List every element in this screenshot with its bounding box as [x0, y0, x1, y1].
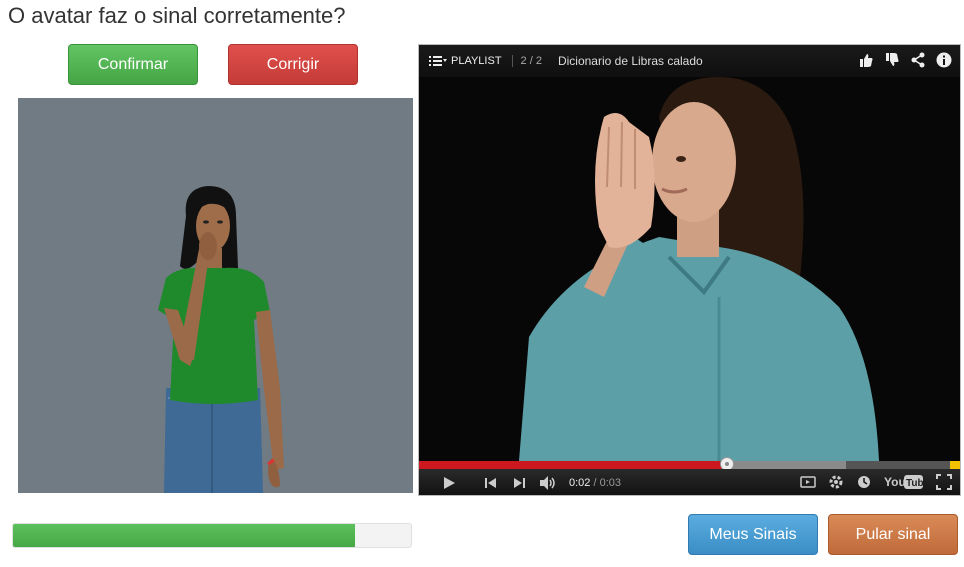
youtube-logo[interactable]: YouTube [884, 474, 930, 493]
question-title: O avatar faz o sinal corretamente? [8, 3, 346, 28]
prev-icon[interactable] [483, 475, 499, 491]
dislike-icon[interactable] [884, 52, 900, 68]
volume-icon[interactable] [539, 475, 555, 491]
avatar-figure [158, 186, 284, 493]
watch-later-icon[interactable] [856, 474, 872, 493]
gear-icon[interactable] [828, 474, 844, 493]
confirm-button[interactable]: Confirmar [68, 44, 198, 85]
subtitles-icon[interactable] [800, 474, 816, 493]
end-marker [950, 461, 960, 469]
next-icon[interactable] [511, 475, 527, 491]
video-title[interactable]: Dicionario de Libras calado [558, 54, 703, 68]
my-signs-button[interactable]: Meus Sinais [688, 514, 818, 555]
video-frame[interactable] [419, 77, 960, 461]
current-time: 0:02 [569, 476, 591, 489]
like-icon[interactable] [858, 52, 874, 68]
playlist-count: 2 / 2 [511, 55, 542, 67]
played-bar [419, 461, 728, 469]
duration: / 0:03 [593, 476, 622, 489]
video-top-bar: PLAYLIST 2 / 2 Dicionario de Libras cala… [419, 45, 960, 77]
playlist-label: PLAYLIST [451, 55, 502, 67]
task-progress-bar [12, 523, 412, 548]
video-seek-bar[interactable] [419, 457, 960, 471]
playlist-button[interactable]: PLAYLIST [429, 55, 502, 67]
video-player[interactable]: PLAYLIST 2 / 2 Dicionario de Libras cala… [418, 44, 961, 496]
svg-text:Tube: Tube [906, 478, 924, 489]
avatar-viewport[interactable] [18, 98, 413, 493]
play-icon[interactable] [441, 475, 457, 491]
svg-text:You: You [884, 475, 906, 489]
playlist-icon [429, 56, 447, 66]
share-icon[interactable] [910, 52, 926, 68]
video-controls: 0:02 / 0:03 YouTube [419, 469, 960, 495]
skip-sign-button[interactable]: Pular sinal [828, 514, 958, 555]
info-icon[interactable] [936, 52, 952, 68]
fix-button[interactable]: Corrigir [228, 44, 358, 85]
fullscreen-icon[interactable] [936, 474, 952, 493]
task-progress-fill [13, 524, 356, 547]
